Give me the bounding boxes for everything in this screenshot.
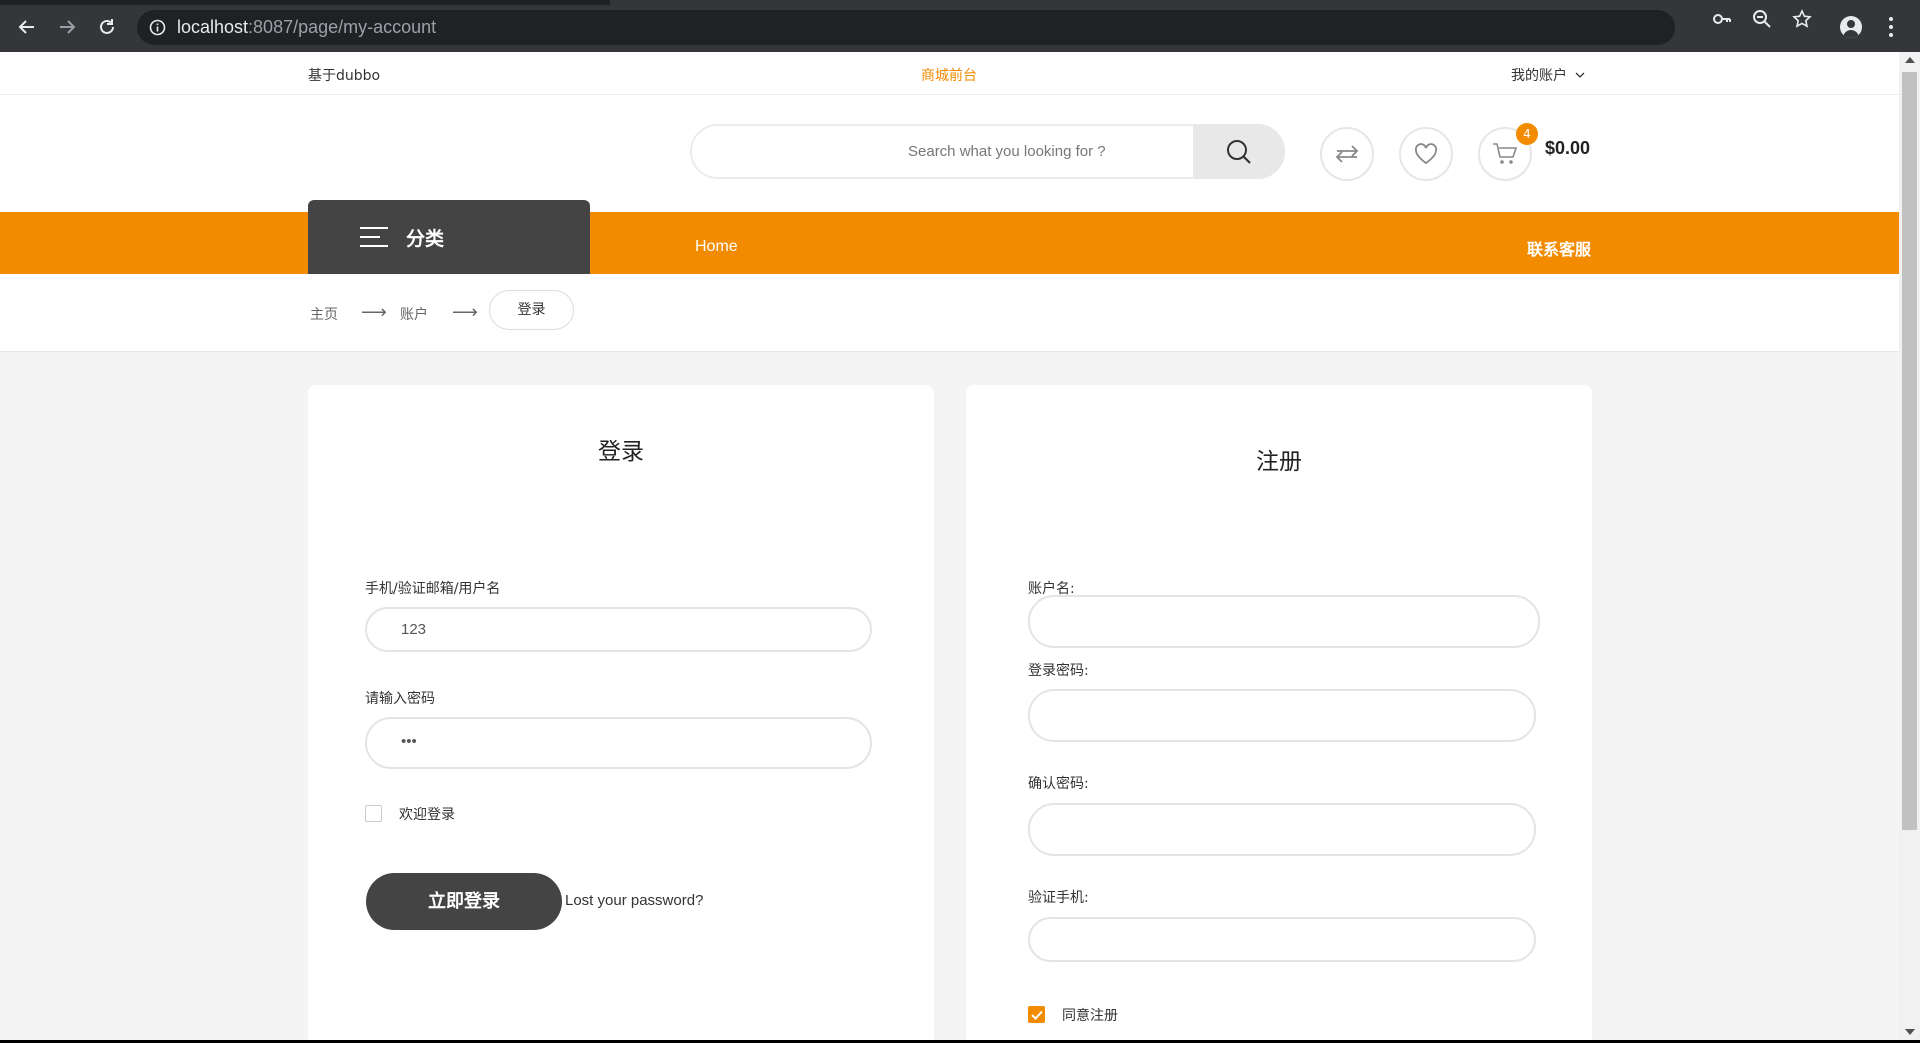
scrollbar-thumb[interactable] — [1902, 72, 1917, 830]
remember-label: 欢迎登录 — [399, 807, 455, 823]
username-field[interactable]: 123 — [365, 607, 872, 652]
breadcrumb: 主页 ⟶ 账户 ⟶ 登录 — [0, 274, 1899, 352]
password-field[interactable]: ••• — [365, 717, 872, 769]
password-label: 请输入密码 — [365, 691, 435, 707]
main-navbar: Home 联系客服 — [0, 212, 1899, 274]
arrow-right-icon: ⟶ — [452, 302, 478, 323]
compare-icon — [1335, 145, 1359, 163]
search-icon — [1227, 139, 1251, 164]
register-password-field[interactable] — [1028, 689, 1536, 742]
breadcrumb-account[interactable]: 账户 — [400, 304, 428, 324]
my-account-dropdown[interactable]: 我的账户 — [1511, 65, 1585, 85]
mall-frontend-link[interactable]: 商城前台 — [921, 65, 977, 85]
address-bar[interactable]: localhost:8087/page/my-account — [137, 10, 1675, 45]
login-card: 登录 手机/验证邮箱/用户名 123 请输入密码 ••• 欢迎登录 立即登录 L… — [308, 385, 934, 1040]
phone-field[interactable] — [1028, 917, 1536, 962]
username-value: 123 — [401, 621, 427, 638]
scroll-up-arrow-icon[interactable] — [1905, 57, 1915, 63]
confirm-password-field[interactable] — [1028, 803, 1536, 856]
remember-checkbox[interactable] — [365, 805, 382, 822]
category-label: 分类 — [406, 228, 445, 250]
confirm-password-label: 确认密码: — [1028, 776, 1089, 792]
top-bar: 基于dubbo 商城前台 我的账户 — [0, 52, 1899, 95]
arrow-right-icon: ⟶ — [361, 302, 387, 323]
site-tagline: 基于dubbo — [308, 68, 381, 84]
breadcrumb-current: 登录 — [489, 290, 574, 330]
breadcrumb-home[interactable]: 主页 — [310, 304, 338, 324]
account-name-field[interactable] — [1028, 595, 1540, 648]
arrow-left-icon — [18, 20, 34, 34]
back-button[interactable] — [13, 13, 41, 41]
agree-label: 同意注册 — [1062, 1008, 1118, 1024]
register-title: 注册 — [1256, 449, 1302, 475]
cart-count-badge: 4 — [1516, 123, 1538, 145]
reload-button[interactable] — [93, 13, 121, 41]
bookmark-star-icon[interactable] — [1792, 9, 1812, 29]
my-account-label: 我的账户 — [1511, 68, 1567, 84]
login-submit-button[interactable]: 立即登录 — [366, 873, 562, 930]
register-password-label: 登录密码: — [1028, 663, 1089, 679]
forward-button[interactable] — [53, 13, 81, 41]
nav-customer-service-link[interactable]: 联系客服 — [1527, 236, 1591, 260]
password-value: ••• — [401, 733, 417, 750]
arrow-right-icon — [60, 20, 76, 34]
zoom-out-icon[interactable] — [1752, 9, 1772, 29]
key-icon[interactable] — [1712, 9, 1732, 29]
category-menu-button[interactable]: 分类 — [308, 200, 590, 274]
cart-icon — [1493, 143, 1518, 164]
chevron-down-icon — [1575, 72, 1585, 78]
nav-home-link[interactable]: Home — [695, 238, 738, 256]
hamburger-icon — [360, 227, 388, 247]
browser-toolbar: localhost:8087/page/my-account — [0, 0, 1920, 52]
reload-icon — [100, 19, 114, 34]
agree-checkbox[interactable] — [1028, 1006, 1045, 1023]
url-text[interactable]: localhost:8087/page/my-account — [177, 17, 436, 38]
page-content: 基于dubbo 商城前台 我的账户 Search what you lookin… — [0, 52, 1899, 1040]
login-title: 登录 — [598, 439, 644, 465]
wishlist-button[interactable] — [1399, 127, 1453, 181]
search-input[interactable]: Search what you looking for ? — [908, 143, 1106, 160]
heart-icon — [1414, 143, 1438, 165]
search-button[interactable] — [1193, 124, 1285, 179]
tab-strip — [0, 0, 1920, 5]
scroll-down-arrow-icon[interactable] — [1905, 1029, 1915, 1035]
site-header: Search what you looking for ? 4 $0.00 — [0, 95, 1899, 212]
profile-avatar-icon[interactable] — [1840, 16, 1862, 38]
compare-button[interactable] — [1320, 127, 1374, 181]
search-box: Search what you looking for ? — [690, 124, 1285, 179]
phone-label: 验证手机: — [1028, 890, 1089, 906]
page-scrollbar[interactable] — [1899, 52, 1920, 1040]
register-card: 注册 账户名: 登录密码: 确认密码: 验证手机: 同意注册 — [966, 385, 1592, 1040]
lost-password-link[interactable]: Lost your password? — [565, 892, 703, 909]
username-label: 手机/验证邮箱/用户名 — [365, 581, 501, 597]
browser-menu-icon[interactable] — [1888, 17, 1894, 37]
info-icon[interactable] — [149, 19, 166, 36]
checkmark-icon — [1030, 1010, 1043, 1020]
cart-total: $0.00 — [1545, 138, 1591, 158]
